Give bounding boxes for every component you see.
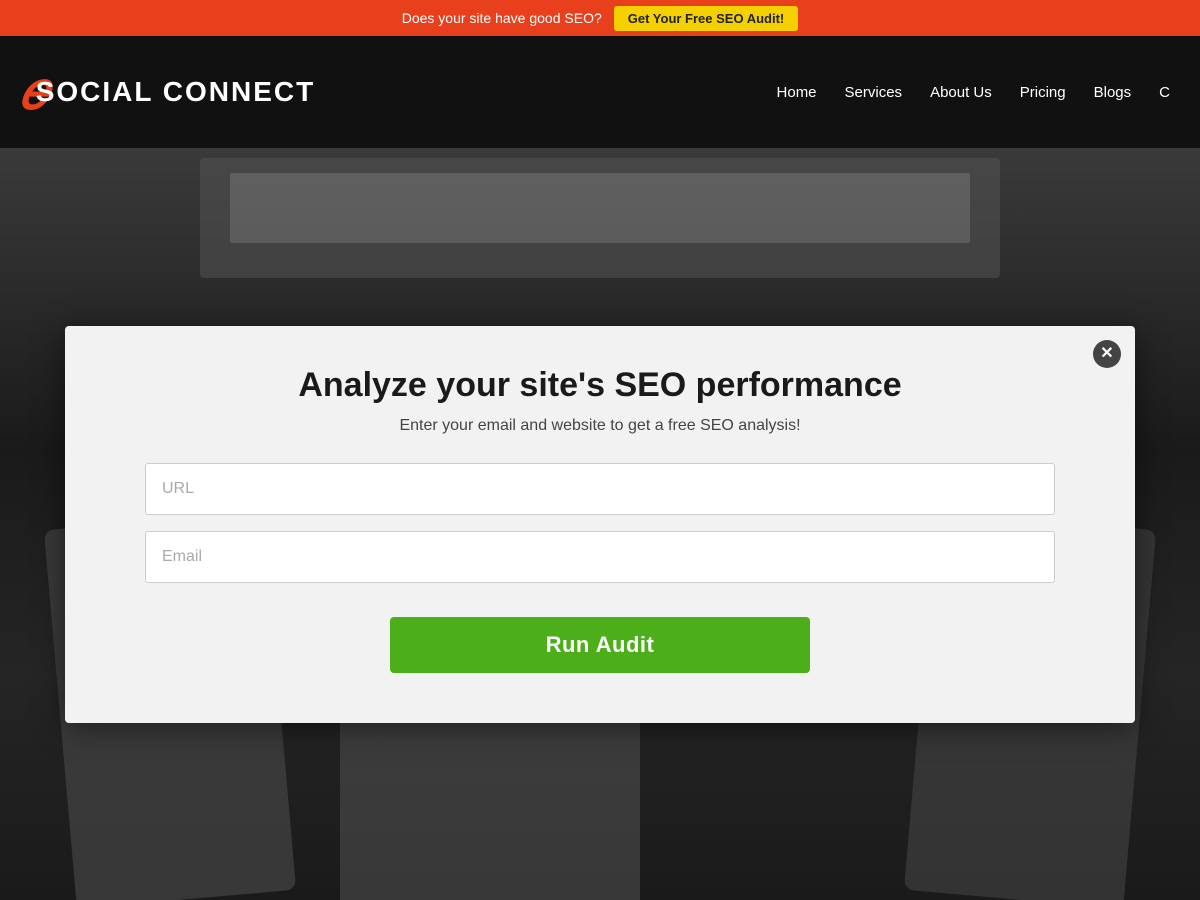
nav-services[interactable]: Services <box>845 84 903 101</box>
email-input[interactable] <box>145 531 1055 583</box>
nav-pricing[interactable]: Pricing <box>1020 84 1066 101</box>
modal-title: Analyze your site's SEO performance <box>145 366 1055 405</box>
announcement-text: Does your site have good SEO? <box>402 10 602 26</box>
run-audit-button[interactable]: Run Audit <box>390 617 810 673</box>
url-input[interactable] <box>145 463 1055 515</box>
nav-more[interactable]: C <box>1159 84 1170 101</box>
seo-modal: ✕ Analyze your site's SEO performance En… <box>65 326 1135 723</box>
logo-text: SOCIAL CONNECT <box>36 78 316 106</box>
nav-links: Home Services About Us Pricing Blogs C <box>777 84 1170 101</box>
modal-subtitle: Enter your email and website to get a fr… <box>145 417 1055 435</box>
announcement-cta-button[interactable]: Get Your Free SEO Audit! <box>614 6 799 31</box>
logo-area: 𝑒 SOCIAL CONNECT <box>20 66 315 118</box>
site-header: 𝑒 SOCIAL CONNECT Home Services About Us … <box>0 36 1200 148</box>
announcement-bar: Does your site have good SEO? Get Your F… <box>0 0 1200 36</box>
modal-overlay: ✕ Analyze your site's SEO performance En… <box>0 148 1200 900</box>
modal-close-button[interactable]: ✕ <box>1093 340 1121 368</box>
nav-blogs[interactable]: Blogs <box>1094 84 1132 101</box>
nav-home[interactable]: Home <box>777 84 817 101</box>
nav-about[interactable]: About Us <box>930 84 992 101</box>
